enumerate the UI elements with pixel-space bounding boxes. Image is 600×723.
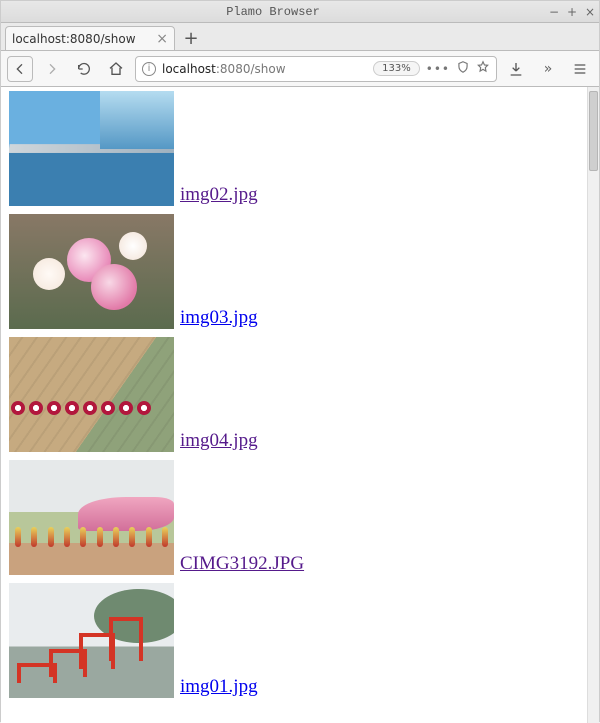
address-bar[interactable]: i localhost:8080/show 133% ••• [135, 56, 497, 82]
viewport: img02.jpg img03.jpg img04.jpg CIMG3192.J… [1, 87, 587, 723]
image-entry: img03.jpg [9, 214, 587, 329]
site-info-icon[interactable]: i [142, 62, 156, 76]
window-titlebar: Plamo Browser − + × [1, 1, 599, 23]
maximize-icon[interactable]: + [563, 5, 581, 19]
image-filename-link[interactable]: img03.jpg [180, 307, 258, 329]
image-filename-link[interactable]: CIMG3192.JPG [180, 553, 304, 575]
minimize-icon[interactable]: − [545, 5, 563, 19]
image-thumbnail-link[interactable] [9, 214, 174, 329]
plus-icon: + [183, 28, 198, 49]
tab-strip: localhost:8080/show × + [1, 23, 599, 51]
home-button[interactable] [103, 56, 129, 82]
url-host: localhost [162, 62, 216, 76]
downloads-button[interactable] [503, 56, 529, 82]
overflow-button[interactable]: » [535, 56, 561, 82]
thumbnail [9, 214, 174, 329]
browser-tab[interactable]: localhost:8080/show × [5, 26, 175, 50]
forward-icon [44, 61, 60, 77]
image-entry: img04.jpg [9, 337, 587, 452]
image-entry: img01.jpg [9, 583, 587, 698]
page-actions-icon[interactable]: ••• [426, 62, 450, 76]
close-window-icon[interactable]: × [581, 5, 599, 19]
image-thumbnail-link[interactable] [9, 460, 174, 575]
back-icon [12, 61, 28, 77]
shield-icon[interactable] [456, 60, 470, 77]
vertical-scrollbar[interactable] [587, 87, 599, 723]
url-rest: :8080/show [216, 62, 286, 76]
thumbnail [9, 91, 174, 206]
thumbnail [9, 460, 174, 575]
image-filename-link[interactable]: img02.jpg [180, 184, 258, 206]
image-thumbnail-link[interactable] [9, 337, 174, 452]
back-button[interactable] [7, 56, 33, 82]
chevron-double-right-icon: » [544, 61, 553, 77]
menu-button[interactable] [567, 56, 593, 82]
bookmark-star-icon[interactable] [476, 60, 490, 77]
forward-button[interactable] [39, 56, 65, 82]
image-entry: img02.jpg [9, 91, 587, 206]
tab-label: localhost:8080/show [12, 32, 136, 46]
image-thumbnail-link[interactable] [9, 91, 174, 206]
toolbar: i localhost:8080/show 133% ••• » [1, 51, 599, 87]
url-text: localhost:8080/show [162, 62, 367, 76]
zoom-badge[interactable]: 133% [373, 61, 420, 76]
thumbnail [9, 583, 174, 698]
close-tab-icon[interactable]: × [156, 31, 168, 47]
image-filename-link[interactable]: img01.jpg [180, 676, 258, 698]
new-tab-button[interactable]: + [179, 26, 203, 50]
download-icon [508, 61, 524, 77]
home-icon [108, 61, 124, 77]
thumbnail [9, 337, 174, 452]
window-title: Plamo Browser [1, 5, 545, 19]
image-thumbnail-link[interactable] [9, 583, 174, 698]
page-content: img02.jpg img03.jpg img04.jpg CIMG3192.J… [1, 87, 599, 723]
image-entry: CIMG3192.JPG [9, 460, 587, 575]
image-filename-link[interactable]: img04.jpg [180, 430, 258, 452]
reload-icon [76, 61, 92, 77]
hamburger-icon [572, 61, 588, 77]
reload-button[interactable] [71, 56, 97, 82]
scrollbar-thumb[interactable] [589, 91, 598, 171]
